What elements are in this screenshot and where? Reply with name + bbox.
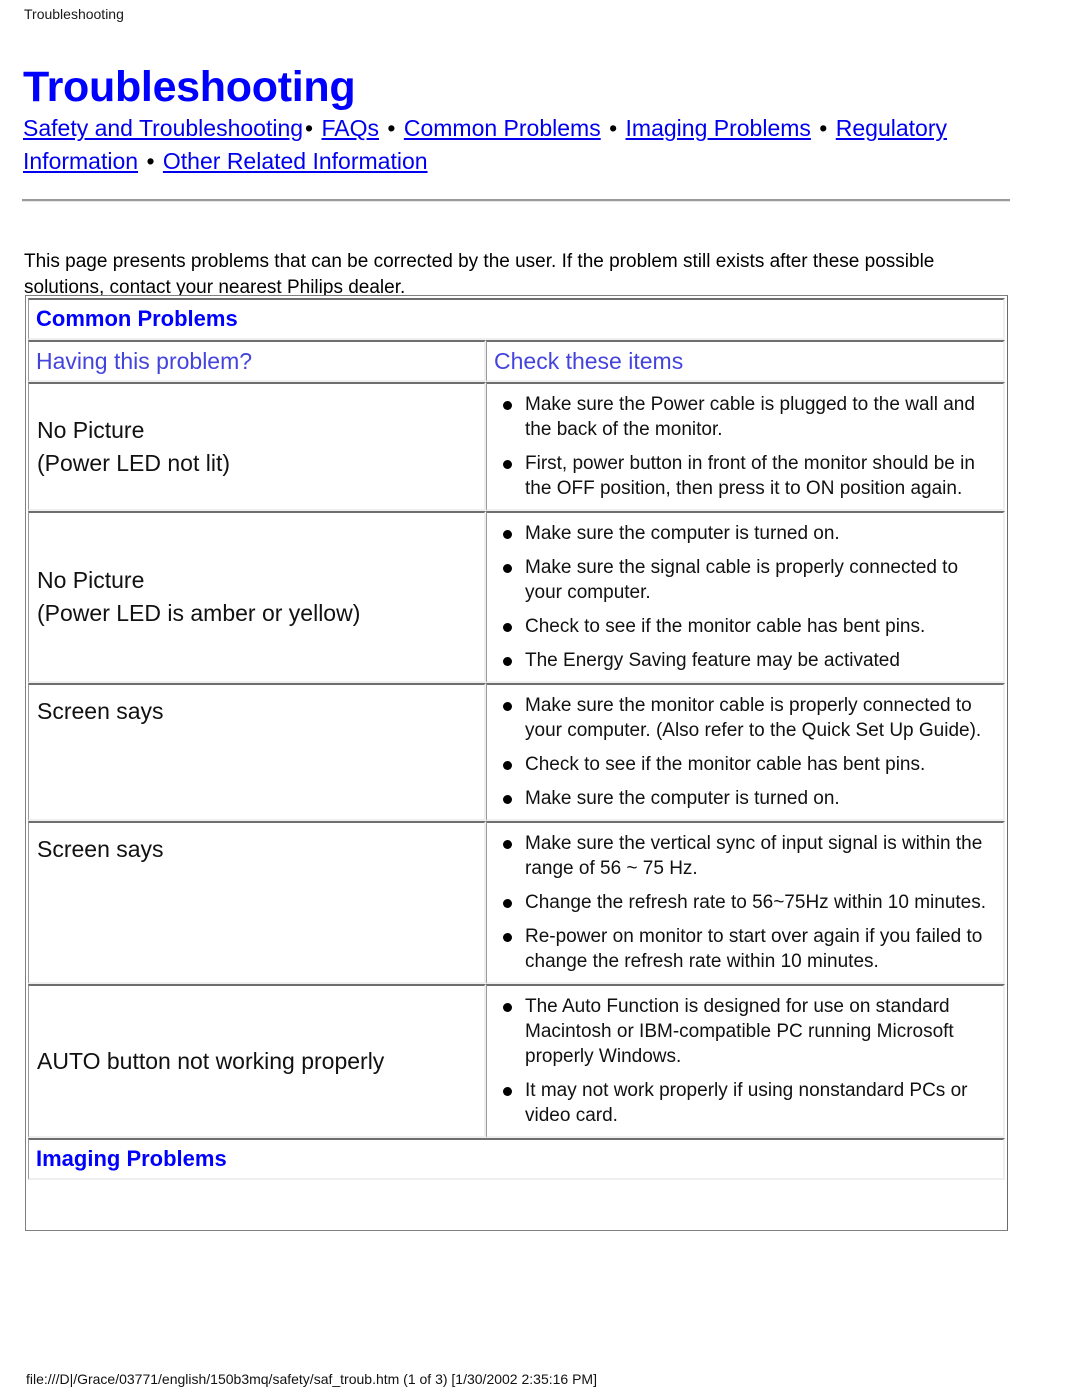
- list-item: Check to see if the monitor cable has be…: [497, 614, 993, 639]
- list-item: The Auto Function is designed for use on…: [497, 994, 993, 1069]
- nav-separator: •: [609, 115, 618, 141]
- list-item: Make sure the computer is turned on.: [497, 521, 993, 546]
- list-item: Re-power on monitor to start over again …: [497, 924, 993, 974]
- solution-list: Make sure the computer is turned on. Mak…: [497, 521, 993, 673]
- problem-line-1: No Picture: [37, 416, 145, 443]
- solution-cell: Make sure the monitor cable is properly …: [486, 683, 1005, 821]
- list-item: Make sure the Power cable is plugged to …: [497, 392, 993, 442]
- list-item: Make sure the signal cable is properly c…: [497, 555, 993, 605]
- running-head: Troubleshooting: [24, 6, 124, 22]
- section-band-cell: Common Problems: [28, 298, 1005, 340]
- intro-paragraph: This page presents problems that can be …: [24, 251, 935, 298]
- section-band-cell: Imaging Problems: [28, 1138, 1005, 1180]
- problem-cell: No Picture (Power LED is amber or yellow…: [28, 511, 486, 683]
- list-item: First, power button in front of the moni…: [497, 451, 993, 501]
- nav-link-common-problems[interactable]: Common Problems: [404, 115, 601, 141]
- section-band-imaging-problems: Imaging Problems: [28, 1138, 1005, 1180]
- tail-spacer-cell: [28, 1180, 1005, 1228]
- problem-line-1: Screen says: [37, 698, 164, 724]
- section-title-common-problems: Common Problems: [36, 306, 238, 331]
- page-title: Troubleshooting: [23, 62, 356, 111]
- problem-cell: Screen says: [28, 683, 486, 821]
- table-row: No Picture (Power LED is amber or yellow…: [28, 511, 1005, 683]
- list-item: The Energy Saving feature may be activat…: [497, 648, 993, 673]
- list-item: Make sure the vertical sync of input sig…: [497, 831, 993, 881]
- problem-line-1: Screen says: [37, 836, 164, 862]
- solution-cell: Make sure the Power cable is plugged to …: [486, 382, 1005, 511]
- problem-line-2: (Power LED not lit): [37, 449, 231, 476]
- problems-table-container: Common Problems Having this problem? Che…: [25, 295, 1008, 1231]
- nav-separator: •: [146, 148, 155, 174]
- solution-cell: Make sure the computer is turned on. Mak…: [486, 511, 1005, 683]
- list-item: Change the refresh rate to 56~75Hz withi…: [497, 890, 993, 915]
- nav-separator: •: [819, 115, 828, 141]
- column-header-left-cell: Having this problem?: [28, 340, 486, 382]
- horizontal-divider: [22, 199, 1010, 202]
- solution-list: The Auto Function is designed for use on…: [497, 994, 993, 1128]
- table-row: No Picture (Power LED not lit) Make sure…: [28, 382, 1005, 511]
- list-item: Make sure the monitor cable is properly …: [497, 693, 993, 743]
- list-item: Check to see if the monitor cable has be…: [497, 752, 993, 777]
- breadcrumb-nav: Safety and Troubleshooting• FAQs • Commo…: [23, 112, 1013, 178]
- footer-file-path: file:///D|/Grace/03771/english/150b3mq/s…: [26, 1371, 597, 1387]
- problems-table: Common Problems Having this problem? Che…: [28, 298, 1005, 1228]
- nav-separator: •: [305, 115, 314, 141]
- problems-table-body: Common Problems Having this problem? Che…: [28, 298, 1005, 1228]
- column-header-check-these-items: Check these items: [494, 348, 684, 374]
- problem-line-2: (Power LED is amber or yellow): [37, 600, 361, 626]
- nav-link-faqs[interactable]: FAQs: [322, 115, 380, 141]
- problem-cell: No Picture (Power LED not lit): [28, 382, 486, 511]
- list-item: It may not work properly if using nonsta…: [497, 1078, 993, 1128]
- column-header-row: Having this problem? Check these items: [28, 340, 1005, 382]
- table-tail-spacer: [28, 1180, 1005, 1228]
- problem-cell: Screen says: [28, 821, 486, 984]
- section-title-imaging-problems: Imaging Problems: [36, 1146, 227, 1171]
- table-row: Screen says Make sure the vertical sync …: [28, 821, 1005, 984]
- table-row: Screen says Make sure the monitor cable …: [28, 683, 1005, 821]
- table-row: AUTO button not working properly The Aut…: [28, 984, 1005, 1138]
- solution-list: Make sure the vertical sync of input sig…: [497, 831, 993, 974]
- solution-list: Make sure the Power cable is plugged to …: [497, 392, 993, 501]
- column-header-right-cell: Check these items: [486, 340, 1005, 382]
- solution-cell: Make sure the vertical sync of input sig…: [486, 821, 1005, 984]
- solution-list: Make sure the monitor cable is properly …: [497, 693, 993, 811]
- problem-line-1: No Picture: [37, 567, 145, 593]
- nav-link-safety-and-troubleshooting[interactable]: Safety and Troubleshooting: [23, 115, 303, 141]
- solution-cell: The Auto Function is designed for use on…: [486, 984, 1005, 1138]
- nav-link-imaging-problems[interactable]: Imaging Problems: [626, 115, 811, 141]
- problem-cell: AUTO button not working properly: [28, 984, 486, 1138]
- problem-line-1: AUTO button not working properly: [37, 1047, 385, 1074]
- section-band-common-problems: Common Problems: [28, 298, 1005, 340]
- column-header-having-this-problem: Having this problem?: [36, 348, 253, 374]
- list-item: Make sure the computer is turned on.: [497, 786, 993, 811]
- nav-link-other-related-information[interactable]: Other Related Information: [163, 148, 428, 174]
- nav-separator: •: [387, 115, 396, 141]
